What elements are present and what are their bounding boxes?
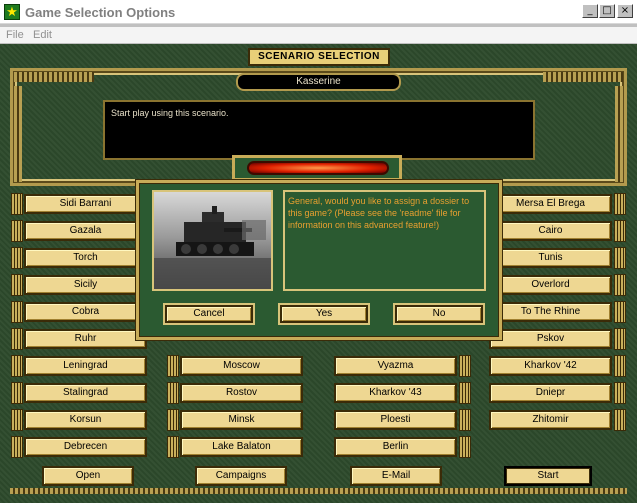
tank-photo — [152, 190, 273, 291]
maximize-button[interactable]: □ — [599, 4, 615, 18]
dialog-message: General, would you like to assign a doss… — [283, 190, 486, 291]
scenario-button[interactable]: Stalingrad — [24, 383, 147, 403]
right-pillar — [615, 86, 623, 182]
scenario-button[interactable]: Sidi Barrani — [24, 194, 147, 214]
scenario-button[interactable]: Overlord — [489, 275, 612, 295]
scenario-button[interactable]: Lake Balaton — [180, 437, 303, 457]
minimize-button[interactable]: _ — [582, 4, 598, 18]
menu-bar: File Edit — [0, 27, 637, 43]
cancel-button[interactable]: Cancel — [165, 305, 253, 323]
scenario-button[interactable]: Vyazma — [334, 356, 457, 376]
scenario-button[interactable]: To The Rhine — [489, 302, 612, 322]
scenario-button[interactable]: Pskov — [489, 329, 612, 349]
button-ornament — [11, 247, 23, 269]
button-ornament — [614, 193, 626, 215]
button-ornament — [11, 436, 23, 458]
scenario-button[interactable]: Berlin — [334, 437, 457, 457]
button-ornament — [167, 382, 179, 404]
scenario-button[interactable]: Minsk — [180, 410, 303, 430]
button-ornament — [167, 436, 179, 458]
scenario-button[interactable]: Korsun — [24, 410, 147, 430]
button-ornament — [459, 355, 471, 377]
scenario-button[interactable]: Rostov — [180, 383, 303, 403]
bottom-ornament — [10, 488, 627, 494]
menu-file[interactable]: File — [6, 29, 24, 41]
button-ornament — [614, 409, 626, 431]
button-ornament — [614, 274, 626, 296]
start-button[interactable]: Start — [504, 466, 592, 486]
button-ornament — [614, 382, 626, 404]
scenario-button[interactable]: Cobra — [24, 302, 147, 322]
right-ornament — [543, 72, 623, 82]
button-ornament — [614, 247, 626, 269]
scenario-button[interactable]: Mersa El Brega — [489, 194, 612, 214]
scenario-selection-banner: SCENARIO SELECTION — [248, 48, 390, 66]
button-ornament — [614, 301, 626, 323]
button-ornament — [167, 355, 179, 377]
left-ornament — [14, 72, 94, 82]
button-ornament — [11, 355, 23, 377]
scenario-button[interactable]: Moscow — [180, 356, 303, 376]
no-button[interactable]: No — [395, 305, 483, 323]
left-pillar — [14, 86, 22, 182]
scenario-button[interactable]: Zhitomir — [489, 410, 612, 430]
scenario-button[interactable]: Dniepr — [489, 383, 612, 403]
game-selection-window: ★ Game Selection Options _ □ × File Edit… — [0, 0, 637, 503]
scenario-button[interactable]: Cairo — [489, 221, 612, 241]
open-button[interactable]: Open — [42, 466, 134, 486]
menu-edit[interactable]: Edit — [33, 29, 52, 41]
button-ornament — [614, 220, 626, 242]
yes-button[interactable]: Yes — [280, 305, 368, 323]
email-button[interactable]: E-Mail — [350, 466, 442, 486]
scenario-button[interactable]: Tunis — [489, 248, 612, 268]
button-ornament — [11, 301, 23, 323]
scenario-button[interactable]: Gazala — [24, 221, 147, 241]
scenario-button[interactable]: Torch — [24, 248, 147, 268]
scenario-button[interactable]: Kharkov '42 — [489, 356, 612, 376]
window-title: Game Selection Options — [25, 5, 176, 20]
campaigns-button[interactable]: Campaigns — [195, 466, 287, 486]
selected-scenario: Kasserine — [236, 73, 401, 91]
close-button[interactable]: × — [617, 4, 633, 18]
scenario-button[interactable]: Ploesti — [334, 410, 457, 430]
title-bar: ★ Game Selection Options _ □ × — [0, 0, 637, 24]
scenario-description: Start play using this scenario. — [103, 100, 535, 160]
button-ornament — [614, 328, 626, 350]
scenario-button[interactable]: Ruhr — [24, 329, 147, 349]
button-ornament — [459, 436, 471, 458]
button-ornament — [459, 382, 471, 404]
scenario-button[interactable]: Leningrad — [24, 356, 147, 376]
button-ornament — [11, 220, 23, 242]
button-ornament — [11, 193, 23, 215]
button-ornament — [11, 328, 23, 350]
scenario-button[interactable]: Sicily — [24, 275, 147, 295]
button-ornament — [11, 274, 23, 296]
button-ornament — [614, 355, 626, 377]
scenario-button[interactable]: Debrecen — [24, 437, 147, 457]
button-ornament — [459, 409, 471, 431]
button-ornament — [11, 409, 23, 431]
button-ornament — [11, 382, 23, 404]
scenario-button[interactable]: Kharkov '43 — [334, 383, 457, 403]
alert-lamp-icon — [247, 161, 389, 175]
app-star-icon: ★ — [4, 4, 20, 20]
button-ornament — [167, 409, 179, 431]
